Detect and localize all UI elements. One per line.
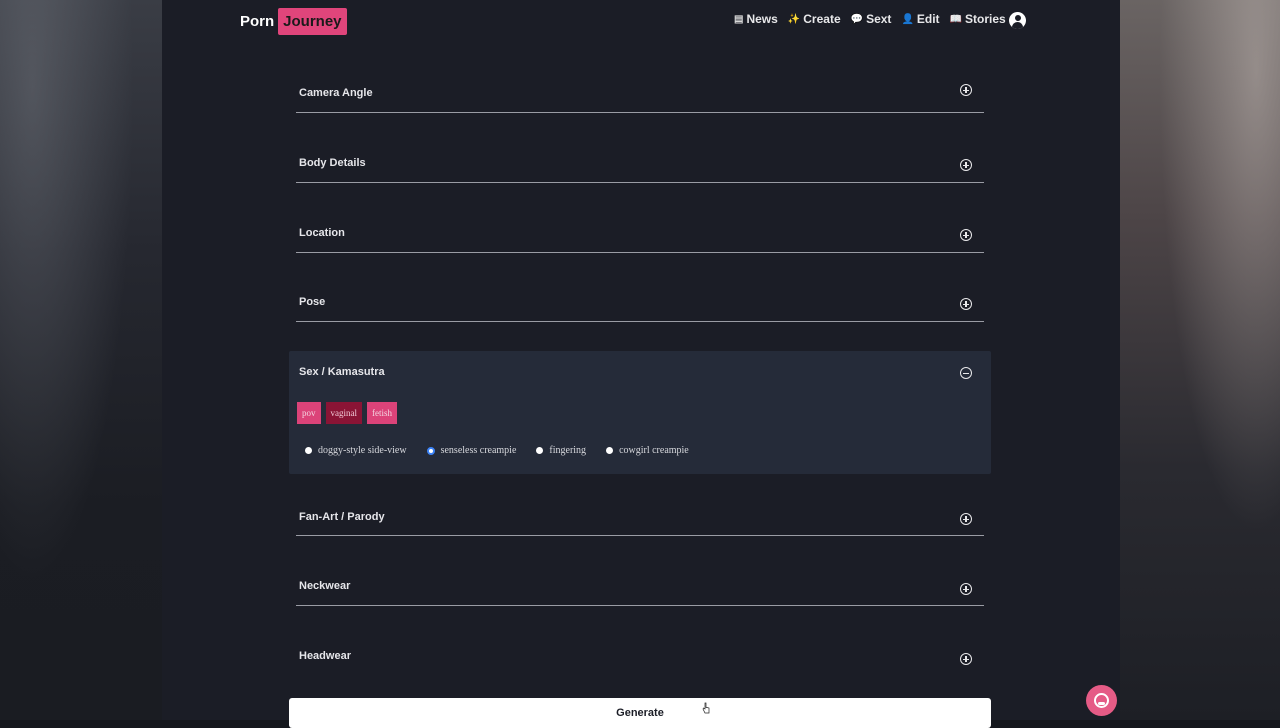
nav-news[interactable]: ▤ News <box>734 12 778 26</box>
section-divider <box>296 252 984 253</box>
section-title: Camera Angle <box>299 87 373 99</box>
radio-label: doggy-style side-view <box>318 445 407 456</box>
background-left <box>0 0 162 720</box>
section-title: Pose <box>299 296 326 308</box>
radio-button[interactable] <box>536 447 544 454</box>
support-icon-ring <box>1094 693 1109 708</box>
section-divider <box>296 321 984 322</box>
section-sex-kamasutra: Sex / Kamasutra pov vaginal fetish doggy… <box>289 351 991 474</box>
book-icon: 📖 <box>949 13 963 25</box>
top-nav: ▤ News ✨ Create 💬 Sext 👤 Edit 📖 Stories <box>734 12 1006 26</box>
generate-button-label: Generate <box>616 707 664 719</box>
radio-button[interactable] <box>606 447 614 454</box>
hand-cursor-icon <box>702 702 710 714</box>
tag-pov[interactable]: pov <box>297 402 321 424</box>
section-title: Neckwear <box>299 580 351 592</box>
collapse-minus-icon[interactable] <box>960 367 972 379</box>
section-divider <box>296 182 984 183</box>
nav-news-label: News <box>746 12 778 26</box>
generate-button[interactable]: Generate <box>289 698 991 728</box>
section-divider <box>296 605 984 606</box>
news-icon: ▤ <box>734 13 744 25</box>
nav-create-label: Create <box>803 12 841 26</box>
radio-option[interactable]: senseless creampie <box>426 445 517 456</box>
logo[interactable]: Porn Journey <box>240 7 347 36</box>
section-title: Fan-Art / Parody <box>299 511 385 523</box>
tag-fetish[interactable]: fetish <box>367 402 397 424</box>
headset-icon[interactable] <box>1086 685 1117 716</box>
expand-plus-icon[interactable] <box>960 229 972 241</box>
nav-sext[interactable]: 💬 Sext <box>851 12 892 26</box>
section-title: Body Details <box>299 157 366 169</box>
section-divider <box>296 112 984 113</box>
expand-plus-icon[interactable] <box>960 159 972 171</box>
person-icon: 👤 <box>901 13 914 25</box>
radio-button-selected[interactable] <box>426 446 435 455</box>
nav-create[interactable]: ✨ Create <box>788 12 841 26</box>
option-radios: doggy-style side-view senseless creampie… <box>305 445 709 456</box>
expand-plus-icon[interactable] <box>960 583 972 595</box>
main-page: Porn Journey ▤ News ✨ Create 💬 Sext 👤 Ed… <box>162 0 1120 728</box>
nav-stories-label: Stories <box>965 12 1006 26</box>
radio-button[interactable] <box>305 447 312 454</box>
nav-edit-label: Edit <box>916 12 940 26</box>
radio-option[interactable]: doggy-style side-view <box>305 445 407 456</box>
filter-tags: pov vaginal fetish <box>297 402 397 424</box>
section-divider <box>296 535 984 536</box>
support-icon-mouth <box>1098 702 1105 705</box>
radio-option[interactable]: cowgirl creampie <box>606 445 689 456</box>
user-icon-body <box>1012 22 1023 29</box>
nav-stories[interactable]: 📖 Stories <box>950 12 1006 26</box>
logo-text-journey: Journey <box>278 8 347 35</box>
sparkle-icon: ✨ <box>787 13 801 25</box>
expand-plus-icon[interactable] <box>960 653 972 665</box>
user-icon-head <box>1014 15 1021 21</box>
nav-sext-label: Sext <box>866 12 892 26</box>
expand-plus-icon[interactable] <box>960 513 972 525</box>
radio-label: senseless creampie <box>440 445 517 456</box>
section-title: Location <box>299 227 345 239</box>
logo-text-porn: Porn <box>240 13 275 30</box>
radio-label: fingering <box>549 445 587 456</box>
chat-bubble-icon: 💬 <box>850 13 864 25</box>
expand-plus-icon[interactable] <box>960 298 972 310</box>
section-title: Headwear <box>299 650 351 662</box>
nav-edit[interactable]: 👤 Edit <box>901 12 939 26</box>
radio-option[interactable]: fingering <box>536 445 586 456</box>
radio-label: cowgirl creampie <box>619 445 689 456</box>
section-title[interactable]: Sex / Kamasutra <box>299 366 385 378</box>
user-circle-icon[interactable] <box>1009 12 1026 29</box>
tag-vaginal[interactable]: vaginal <box>325 402 362 424</box>
background-right <box>1120 0 1280 720</box>
expand-plus-icon[interactable] <box>960 84 972 96</box>
